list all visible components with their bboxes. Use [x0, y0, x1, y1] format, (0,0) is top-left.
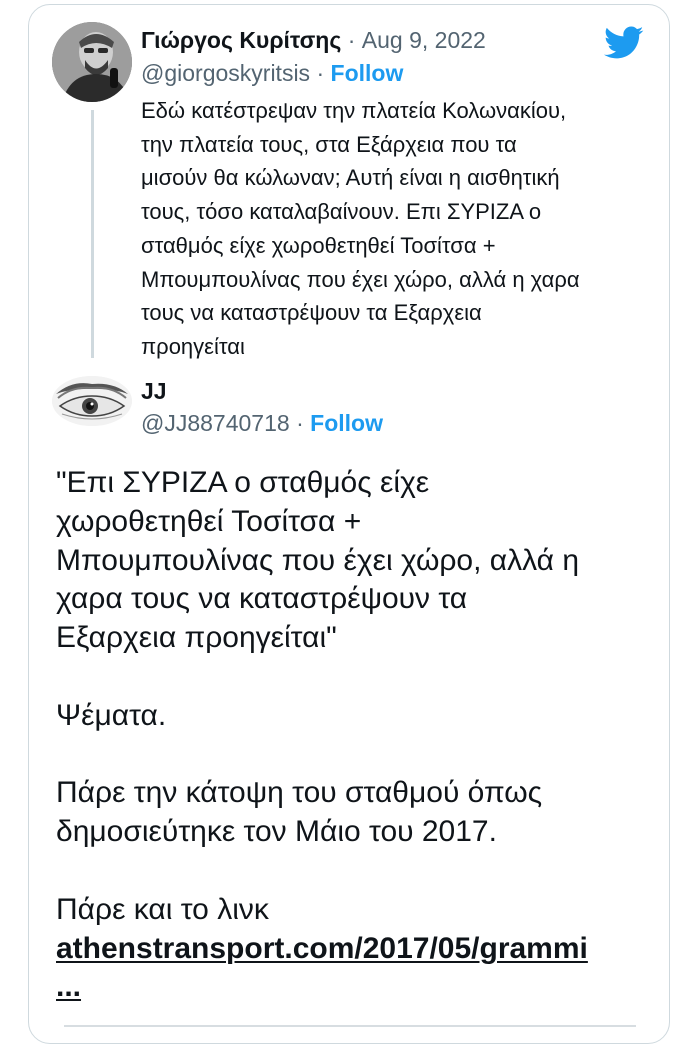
- text-line: Μπουμπουλίνας που έχει χώρο, αλλά η χαρα: [141, 266, 580, 292]
- eye-avatar-image: [52, 376, 132, 426]
- quote-line: χαρα τους να καταστρέψουν τα: [56, 582, 468, 616]
- quote-line: "Επι ΣΥΡΙΖΑ ο σταθμός είχε: [56, 466, 430, 499]
- separator: ·: [296, 410, 304, 436]
- author-name[interactable]: Γιώργος Κυρίτσης: [141, 27, 341, 53]
- twitter-bird-icon[interactable]: [604, 26, 644, 60]
- text-line: σταθμός είχε χωροθετηθεί Τοσίτσα +: [141, 232, 496, 258]
- divider: [64, 1025, 636, 1027]
- author-handle[interactable]: @giorgoskyritsis: [141, 60, 310, 86]
- reply-tweet-text: "Επι ΣΥΡΙΖΑ ο σταθμός είχε χωροθετηθεί Τ…: [56, 464, 656, 1007]
- avatar[interactable]: [52, 22, 132, 102]
- quoted-tweet-header: Γιώργος Κυρίτσης · Aug 9, 2022: [141, 27, 486, 54]
- link-intro: Πάρε και το λινκ: [56, 892, 269, 926]
- avatar-photo: [52, 22, 132, 102]
- quote-line: χωροθετηθεί Τοσίτσα +: [56, 504, 362, 538]
- external-link[interactable]: athenstransport.com/2017/05/grammi: [56, 932, 588, 965]
- separator: ·: [347, 27, 356, 53]
- quote-line: Εξαρχεια προηγείται": [56, 621, 337, 655]
- quote-line: Μπουμπουλίνας που έχει χώρο, αλλά η: [56, 543, 580, 577]
- author-name[interactable]: JJ: [141, 378, 167, 404]
- plan-line: Πάρε την κάτοψη του σταθμού όπως: [56, 776, 543, 810]
- external-link-ellipsis[interactable]: ...: [56, 970, 81, 1003]
- text-line: τους να καταστρέψουν τα Εξαρχεια: [141, 300, 482, 326]
- text-line: προηγείται: [141, 333, 245, 359]
- separator: ·: [316, 60, 325, 86]
- lie-text: Ψέματα.: [56, 698, 167, 732]
- avatar[interactable]: [52, 376, 132, 426]
- tweet-date[interactable]: Aug 9, 2022: [362, 27, 486, 53]
- follow-button[interactable]: Follow: [331, 60, 404, 86]
- plan-line: δημοσιεύτηκε τον Μάιο του 2017.: [56, 815, 497, 849]
- thread-connector-line: [91, 110, 94, 358]
- text-line: τους, τόσο καταλαβαίνουν. Επι ΣΥΡΙΖΑ ο: [141, 199, 542, 225]
- text-line: την πλατεία τους, στα Εξάρχεια που τα: [141, 131, 517, 157]
- text-line: μισούν θα κώλωναν; Αυτή είναι η αισθητικ…: [141, 165, 560, 191]
- quoted-tweet-text: Εδώ κατέστρεψαν την πλατεία Κολωνακίου, …: [141, 94, 651, 364]
- quoted-tweet-handle-row: @giorgoskyritsis · Follow: [141, 60, 403, 87]
- reply-tweet-handle-row: @JJ88740718 · Follow: [141, 410, 383, 437]
- author-handle[interactable]: @JJ88740718: [141, 410, 290, 436]
- text-line: Εδώ κατέστρεψαν την πλατεία Κολωνακίου,: [141, 98, 567, 123]
- follow-button[interactable]: Follow: [310, 410, 383, 436]
- reply-tweet-header: JJ: [141, 378, 167, 405]
